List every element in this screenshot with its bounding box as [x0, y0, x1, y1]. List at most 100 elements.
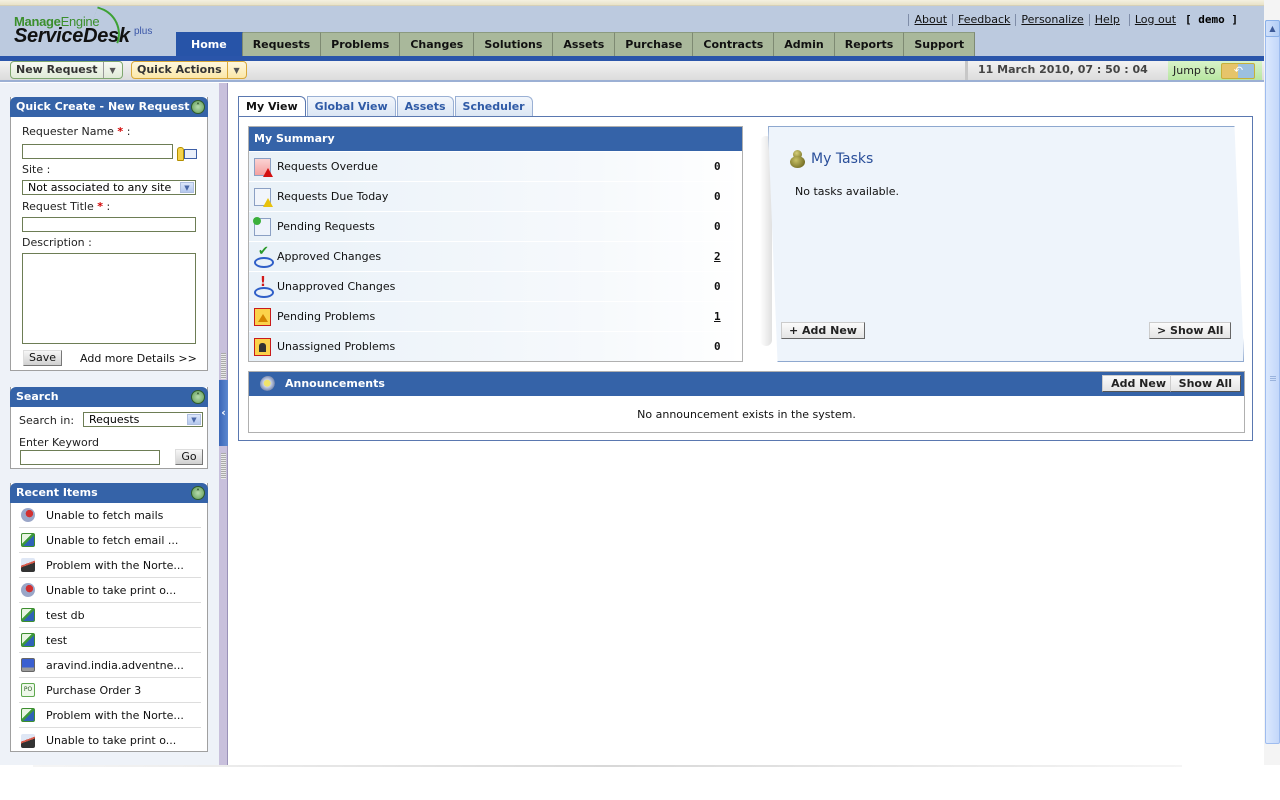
summary-row-label[interactable]: Approved Changes — [277, 250, 381, 263]
new-request-button[interactable]: New Request ▼ — [10, 61, 123, 79]
jump-to[interactable]: Jump to ↶ — [1168, 61, 1262, 80]
summary-row[interactable]: Requests Overdue 0 — [249, 151, 742, 181]
summary-row[interactable]: Pending Requests 0 — [249, 211, 742, 241]
problem-icon — [21, 583, 35, 597]
recent-item-label[interactable]: Unable to fetch email ... — [46, 534, 178, 547]
summary-row[interactable]: Pending Problems 1 — [249, 301, 742, 331]
summary-row[interactable]: Unassigned Problems 0 — [249, 331, 742, 361]
recent-item-label[interactable]: Problem with the Norte... — [46, 559, 184, 572]
recent-item[interactable]: Unable to fetch mails — [19, 503, 201, 528]
vertical-scrollbar[interactable]: ▲ — [1264, 0, 1280, 765]
show-all-tasks-button[interactable]: > Show All — [1149, 322, 1232, 339]
recent-item[interactable]: test db — [19, 603, 201, 628]
nav-tab-requests[interactable]: Requests — [242, 32, 322, 56]
summary-row-label[interactable]: Requests Overdue — [277, 160, 378, 173]
add-more-details-link[interactable]: Add more Details >> — [80, 352, 197, 365]
chevron-down-icon[interactable]: ▼ — [180, 182, 194, 193]
recent-item-label[interactable]: Unable to fetch mails — [46, 509, 163, 522]
collapse-icon[interactable]: ˄ — [191, 390, 205, 404]
tab-my-view[interactable]: My View — [238, 96, 306, 116]
summary-row-label[interactable]: Unassigned Problems — [277, 340, 395, 353]
chevron-down-icon[interactable]: ▼ — [104, 62, 122, 78]
jump-to-icon[interactable]: ↶ — [1221, 62, 1256, 79]
recent-item[interactable]: aravind.india.adventne... — [19, 653, 201, 678]
recent-item-label[interactable]: aravind.india.adventne... — [46, 659, 184, 672]
scroll-up-arrow-icon[interactable]: ▲ — [1265, 20, 1280, 37]
megaphone-icon — [260, 376, 276, 392]
nav-tab-home[interactable]: Home — [176, 32, 243, 56]
colon: : — [126, 125, 131, 138]
nav-tab-contracts[interactable]: Contracts — [693, 32, 775, 56]
summary-row-label[interactable]: Pending Problems — [277, 310, 375, 323]
recent-item[interactable]: test — [19, 628, 201, 653]
chevron-down-icon[interactable]: ▼ — [187, 414, 201, 425]
new-request-label[interactable]: New Request — [11, 62, 104, 78]
nav-tab-reports[interactable]: Reports — [834, 32, 905, 56]
summary-row-value-link[interactable]: 1 — [714, 310, 721, 323]
recent-item[interactable]: Problem with the Norte... — [19, 553, 201, 578]
colon: : — [106, 200, 111, 213]
splitter-grip[interactable] — [221, 353, 226, 379]
about-link[interactable]: About — [908, 13, 952, 26]
quick-actions-label[interactable]: Quick Actions — [132, 62, 228, 78]
add-task-button[interactable]: + Add New — [781, 322, 865, 339]
scrollbar-thumb[interactable] — [1265, 20, 1280, 744]
requester-lookup-icon[interactable] — [177, 147, 197, 161]
description-textarea[interactable] — [22, 253, 196, 344]
logout-link[interactable]: Log out — [1128, 13, 1181, 26]
recent-item[interactable]: PO Purchase Order 3 — [19, 678, 201, 703]
help-link[interactable]: Help — [1088, 13, 1125, 26]
recent-item[interactable]: Unable to fetch email ... — [19, 528, 201, 553]
collapse-icon[interactable]: ˄ — [191, 486, 205, 500]
tab-scheduler[interactable]: Scheduler — [454, 96, 533, 116]
nav-tab-admin[interactable]: Admin — [774, 32, 835, 56]
recent-item-label[interactable]: test — [46, 634, 67, 647]
nav-tab-assets[interactable]: Assets — [553, 32, 616, 56]
recent-item-label[interactable]: test db — [46, 609, 85, 622]
feedback-link[interactable]: Feedback — [952, 13, 1015, 26]
nav-tab-problems[interactable]: Problems — [321, 32, 401, 56]
splitter-grip[interactable] — [221, 453, 226, 479]
nav-tab-support[interactable]: Support — [904, 32, 976, 56]
requester-name-input[interactable] — [22, 144, 173, 159]
summary-row-label[interactable]: Requests Due Today — [277, 190, 388, 203]
collapse-icon[interactable]: ˄ — [191, 100, 205, 114]
chevron-down-icon[interactable]: ▼ — [228, 62, 246, 78]
pending-requests-icon — [253, 216, 271, 236]
site-select[interactable]: Not associated to any site ▼ — [22, 180, 196, 195]
summary-row-label[interactable]: Unapproved Changes — [277, 280, 395, 293]
quick-actions-button[interactable]: Quick Actions ▼ — [131, 61, 247, 79]
recent-item-label[interactable]: Unable to take print o... — [46, 734, 176, 747]
nav-tab-purchase[interactable]: Purchase — [615, 32, 694, 56]
recent-item[interactable]: Unable to take print o... — [19, 728, 201, 753]
recent-item-label[interactable]: Problem with the Norte... — [46, 709, 184, 722]
show-all-announcements-button[interactable]: Show All — [1169, 375, 1241, 392]
tab-assets[interactable]: Assets — [396, 96, 454, 116]
nav-tab-changes[interactable]: Changes — [400, 32, 475, 56]
recent-item-label[interactable]: Purchase Order 3 — [46, 684, 141, 697]
recent-item[interactable]: Problem with the Norte... — [19, 703, 201, 728]
nav-tab-solutions[interactable]: Solutions — [474, 32, 554, 56]
unassigned-problems-icon — [254, 337, 271, 356]
my-tasks-title: My Tasks — [811, 151, 874, 167]
tab-global-view[interactable]: Global View — [306, 96, 396, 116]
summary-row[interactable]: Requests Due Today 0 — [249, 181, 742, 211]
collapse-sidebar-chevron-left-icon[interactable]: ‹ — [219, 380, 228, 446]
quick-create-title: Quick Create - New Request — [16, 100, 190, 113]
summary-row-label[interactable]: Pending Requests — [277, 220, 375, 233]
sidebar-splitter[interactable]: ‹ — [219, 83, 228, 765]
recent-item[interactable]: Unable to take print o... — [19, 578, 201, 603]
personalize-link[interactable]: Personalize — [1015, 13, 1088, 26]
request-title-input[interactable] — [22, 217, 196, 232]
summary-row[interactable]: Unapproved Changes 0 — [249, 271, 742, 301]
requester-name-label: Requester Name * : — [22, 125, 130, 138]
summary-row[interactable]: Approved Changes 2 — [249, 241, 742, 271]
summary-row-value-link[interactable]: 2 — [714, 250, 721, 263]
recent-item-label[interactable]: Unable to take print o... — [46, 584, 176, 597]
search-in-value: Requests — [89, 413, 140, 426]
add-announcement-button[interactable]: Add New — [1102, 375, 1175, 392]
keyword-input[interactable] — [20, 450, 160, 465]
save-button[interactable]: Save — [23, 350, 62, 366]
go-button[interactable]: Go — [175, 449, 203, 465]
search-in-select[interactable]: Requests ▼ — [83, 412, 203, 427]
